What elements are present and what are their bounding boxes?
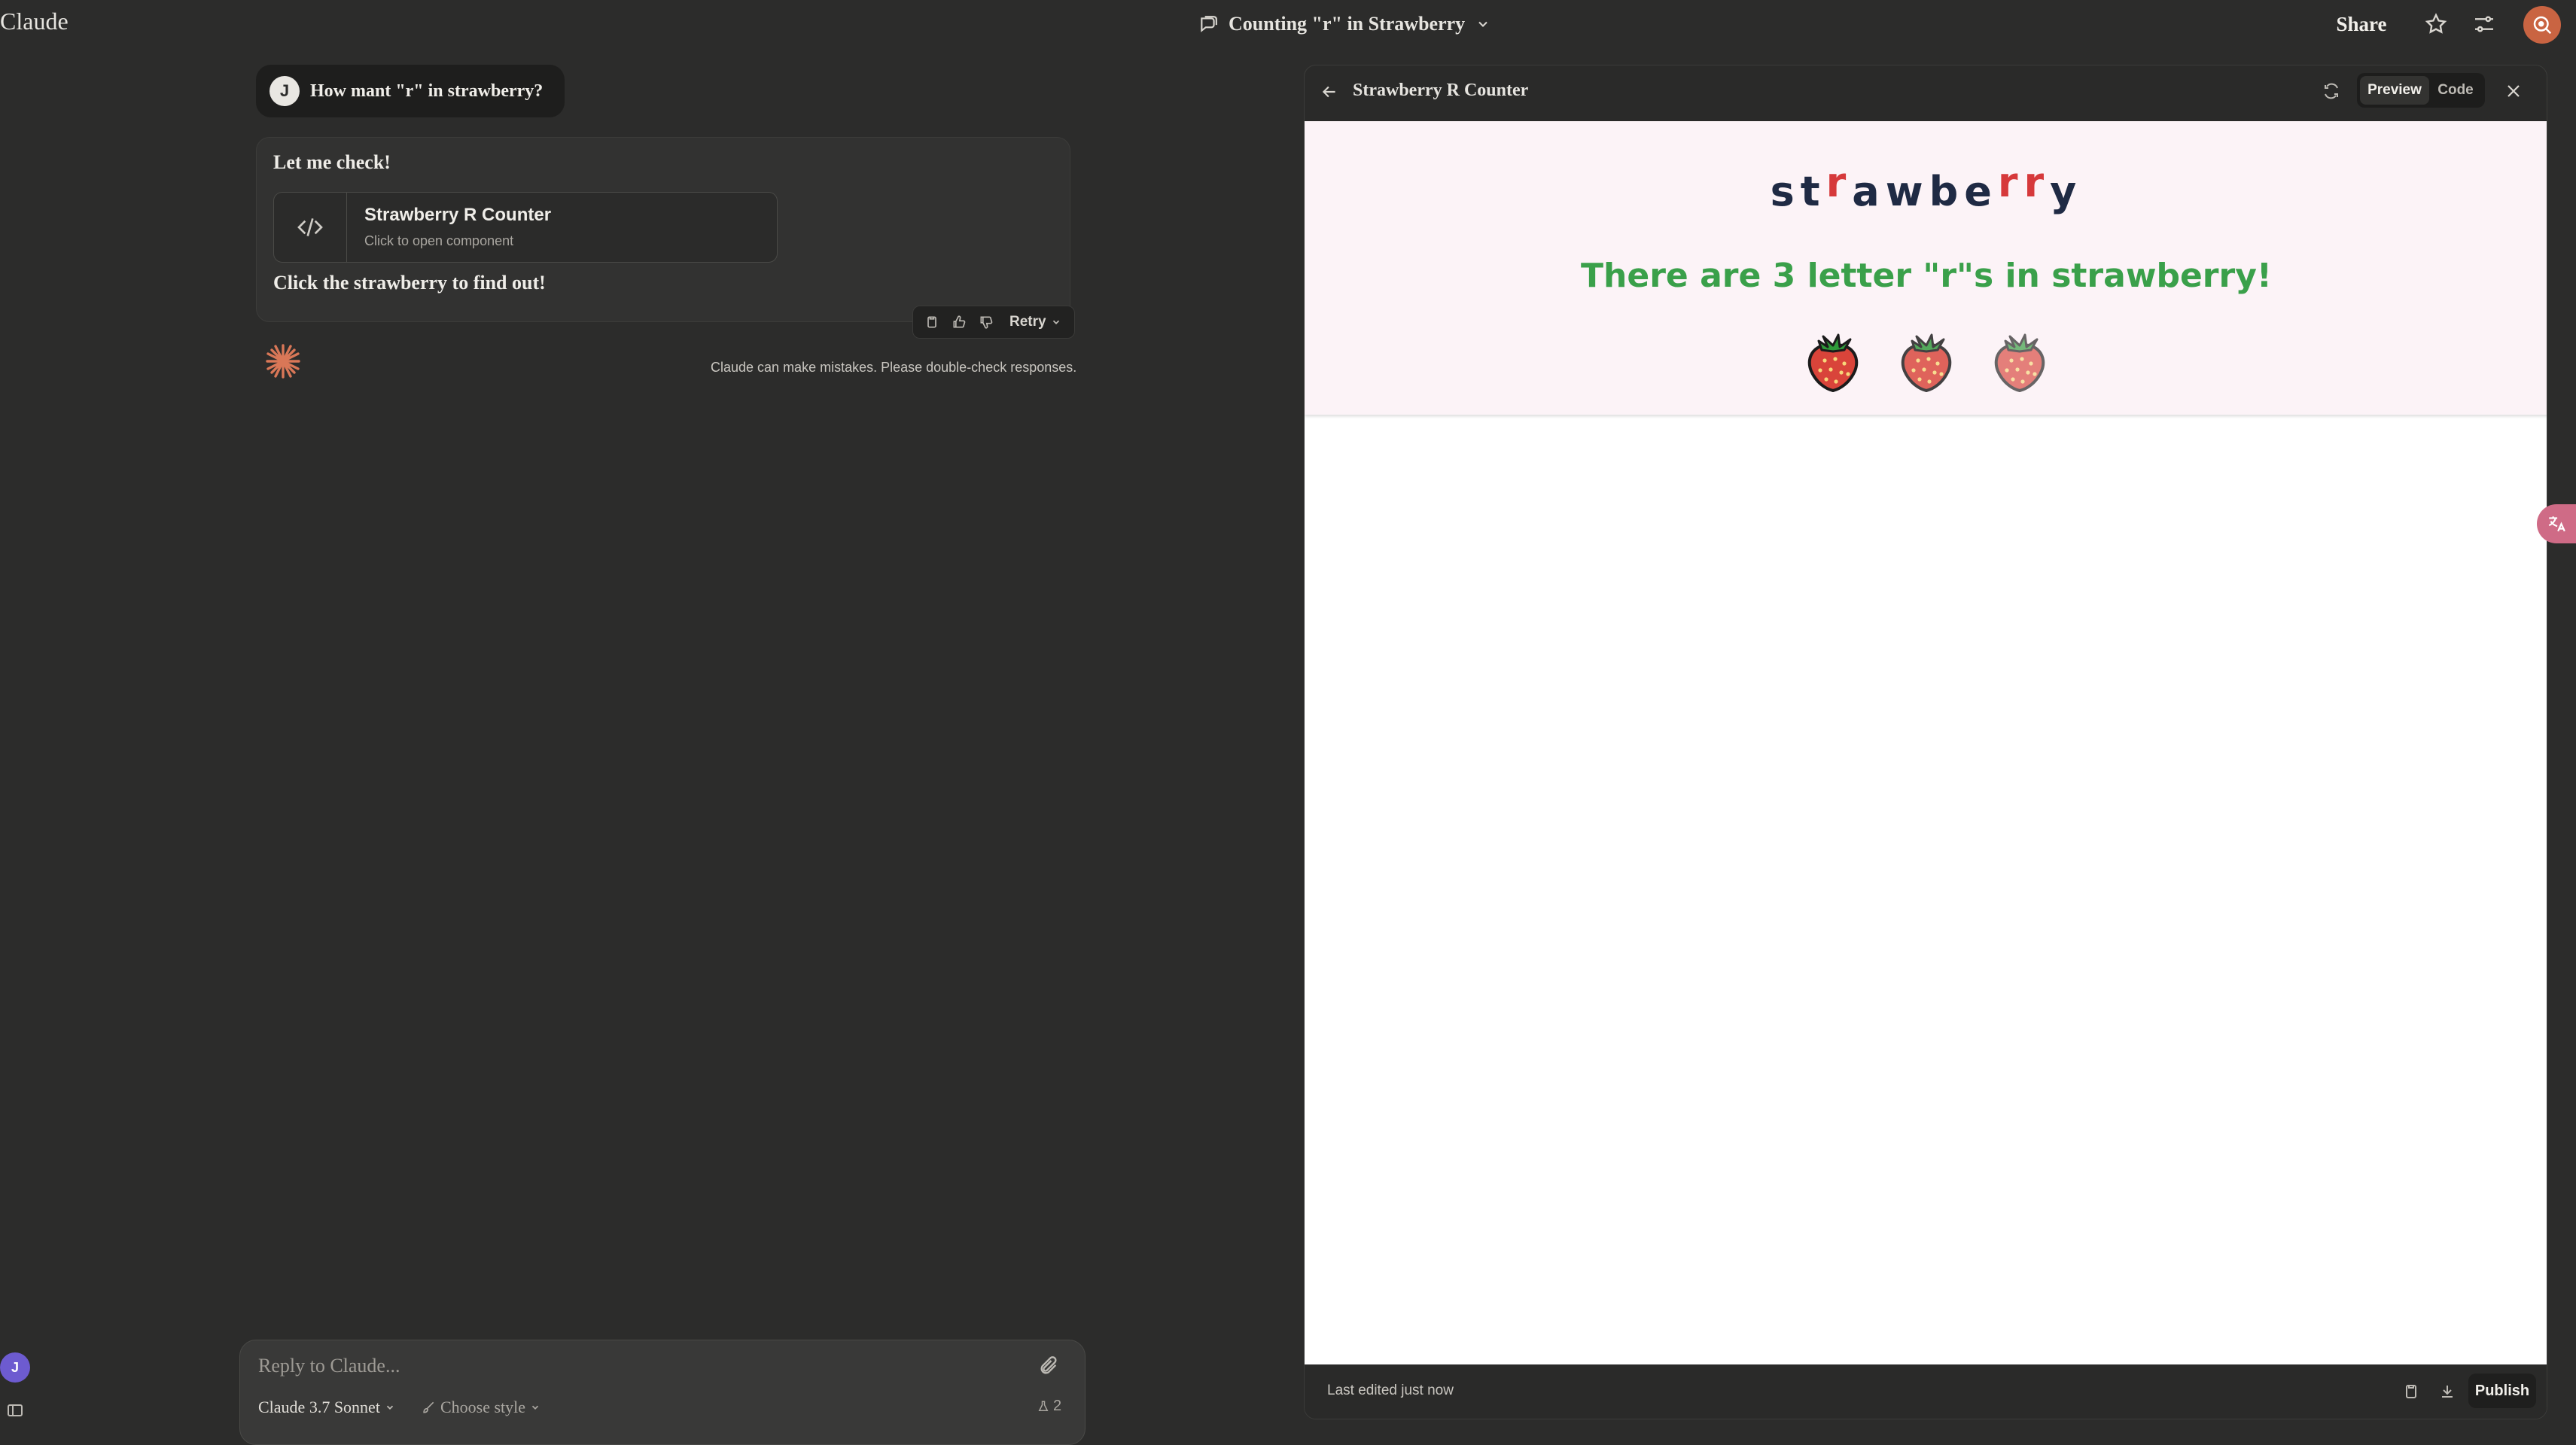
view-toggle: Preview Code xyxy=(2357,73,2485,108)
model-name: Claude 3.7 Sonnet xyxy=(258,1398,380,1416)
chevron-down-icon xyxy=(530,1402,540,1413)
copy-icon[interactable] xyxy=(922,312,942,332)
preview-banner: strawberry There are 3 letter "r"s in st… xyxy=(1305,121,2547,415)
close-icon[interactable] xyxy=(2504,82,2523,100)
highlighted-letter-r: r xyxy=(2023,159,2051,206)
letter: w xyxy=(1885,168,1929,215)
letter: b xyxy=(1929,168,1965,215)
model-selector[interactable]: Claude 3.7 Sonnet xyxy=(258,1398,395,1417)
brush-icon xyxy=(421,1400,436,1415)
publish-button[interactable]: Publish xyxy=(2468,1374,2536,1408)
tab-preview[interactable]: Preview xyxy=(2360,76,2429,105)
assistant-intro-text: Let me check! xyxy=(273,151,391,173)
style-label: Choose style xyxy=(440,1398,526,1416)
chat-title[interactable]: Counting "r" in Strawberry xyxy=(1198,9,1490,39)
translate-icon[interactable] xyxy=(2537,504,2576,543)
artifact-preview: strawberry There are 3 letter "r"s in st… xyxy=(1305,121,2547,1364)
flask-icon xyxy=(1037,1400,1050,1413)
assistant-message: Let me check! Strawberry R Counter Click… xyxy=(256,137,1070,322)
user-message-text: How mant "r" in strawberry? xyxy=(310,81,544,101)
artifact-card-title: Strawberry R Counter xyxy=(364,205,552,225)
strawberry-icon[interactable] xyxy=(1894,329,1959,394)
strawberry-icon[interactable] xyxy=(1801,329,1865,394)
letter: s xyxy=(1770,168,1801,215)
sidebar-toggle-icon[interactable] xyxy=(6,1401,24,1419)
retry-label: Retry xyxy=(1009,314,1046,330)
context-count: 2 xyxy=(1053,1398,1062,1414)
artifact-panel: Strawberry R Counter Preview Code strawb… xyxy=(1304,65,2547,1419)
strawberry-icon[interactable] xyxy=(1987,329,2052,394)
letter: t xyxy=(1800,168,1826,215)
claude-spark-icon xyxy=(263,342,303,381)
chevron-down-icon xyxy=(1475,17,1490,32)
strawberry-row xyxy=(1305,329,2547,394)
letter: e xyxy=(1964,168,1998,215)
highlighted-letter-r: r xyxy=(1825,159,1853,206)
tab-code[interactable]: Code xyxy=(2429,76,2482,105)
artifact-footer: Last edited just now Publish xyxy=(1305,1364,2547,1419)
highlighted-letter-r: r xyxy=(1997,159,2024,206)
letter: y xyxy=(2050,168,2083,215)
artifact-card-subtitle: Click to open component xyxy=(364,233,514,248)
assistant-outro-text: Click the strawberry to find out! xyxy=(273,272,546,294)
result-text: There are 3 letter "r"s in strawberry! xyxy=(1581,257,2272,295)
settings-sliders-icon[interactable] xyxy=(2468,8,2501,41)
context-count-badge[interactable]: 2 xyxy=(1037,1398,1061,1415)
message-actions: Retry xyxy=(912,306,1075,339)
style-selector[interactable]: Choose style xyxy=(421,1398,540,1417)
star-icon[interactable] xyxy=(2419,8,2453,41)
user-message: J How mant "r" in strawberry? xyxy=(256,65,565,117)
thumbs-down-icon[interactable] xyxy=(976,312,996,332)
paperclip-icon[interactable] xyxy=(1038,1355,1059,1377)
copy-icon[interactable] xyxy=(2402,1383,2420,1401)
share-button[interactable]: Share xyxy=(2320,6,2403,42)
profile-avatar[interactable] xyxy=(2523,6,2561,44)
strawberry-word: strawberry xyxy=(1305,159,2547,215)
user-avatar: J xyxy=(269,76,300,106)
letter: a xyxy=(1852,168,1886,215)
last-edited-text: Last edited just now xyxy=(1327,1383,1454,1398)
chat-bubble-icon xyxy=(1198,14,1218,34)
arrow-left-icon[interactable] xyxy=(1320,82,1339,102)
download-icon[interactable] xyxy=(2438,1383,2456,1401)
artifact-panel-title: Strawberry R Counter xyxy=(1353,81,1529,100)
refresh-icon[interactable] xyxy=(2322,82,2340,100)
chevron-down-icon xyxy=(385,1402,395,1413)
reply-input[interactable] xyxy=(257,1354,937,1378)
app-brand[interactable]: Claude xyxy=(0,8,69,35)
thumbs-up-icon[interactable] xyxy=(949,312,969,332)
chat-title-text: Counting "r" in Strawberry xyxy=(1229,13,1466,35)
retry-button[interactable]: Retry xyxy=(1009,314,1061,330)
chevron-down-icon xyxy=(1051,317,1061,327)
artifact-card[interactable]: Strawberry R Counter Click to open compo… xyxy=(273,192,778,263)
account-avatar[interactable]: J xyxy=(0,1352,30,1383)
code-icon xyxy=(274,193,347,262)
disclaimer-text: Claude can make mistakes. Please double-… xyxy=(711,360,1077,375)
reply-composer: Claude 3.7 Sonnet Choose style 2 xyxy=(239,1340,1086,1445)
